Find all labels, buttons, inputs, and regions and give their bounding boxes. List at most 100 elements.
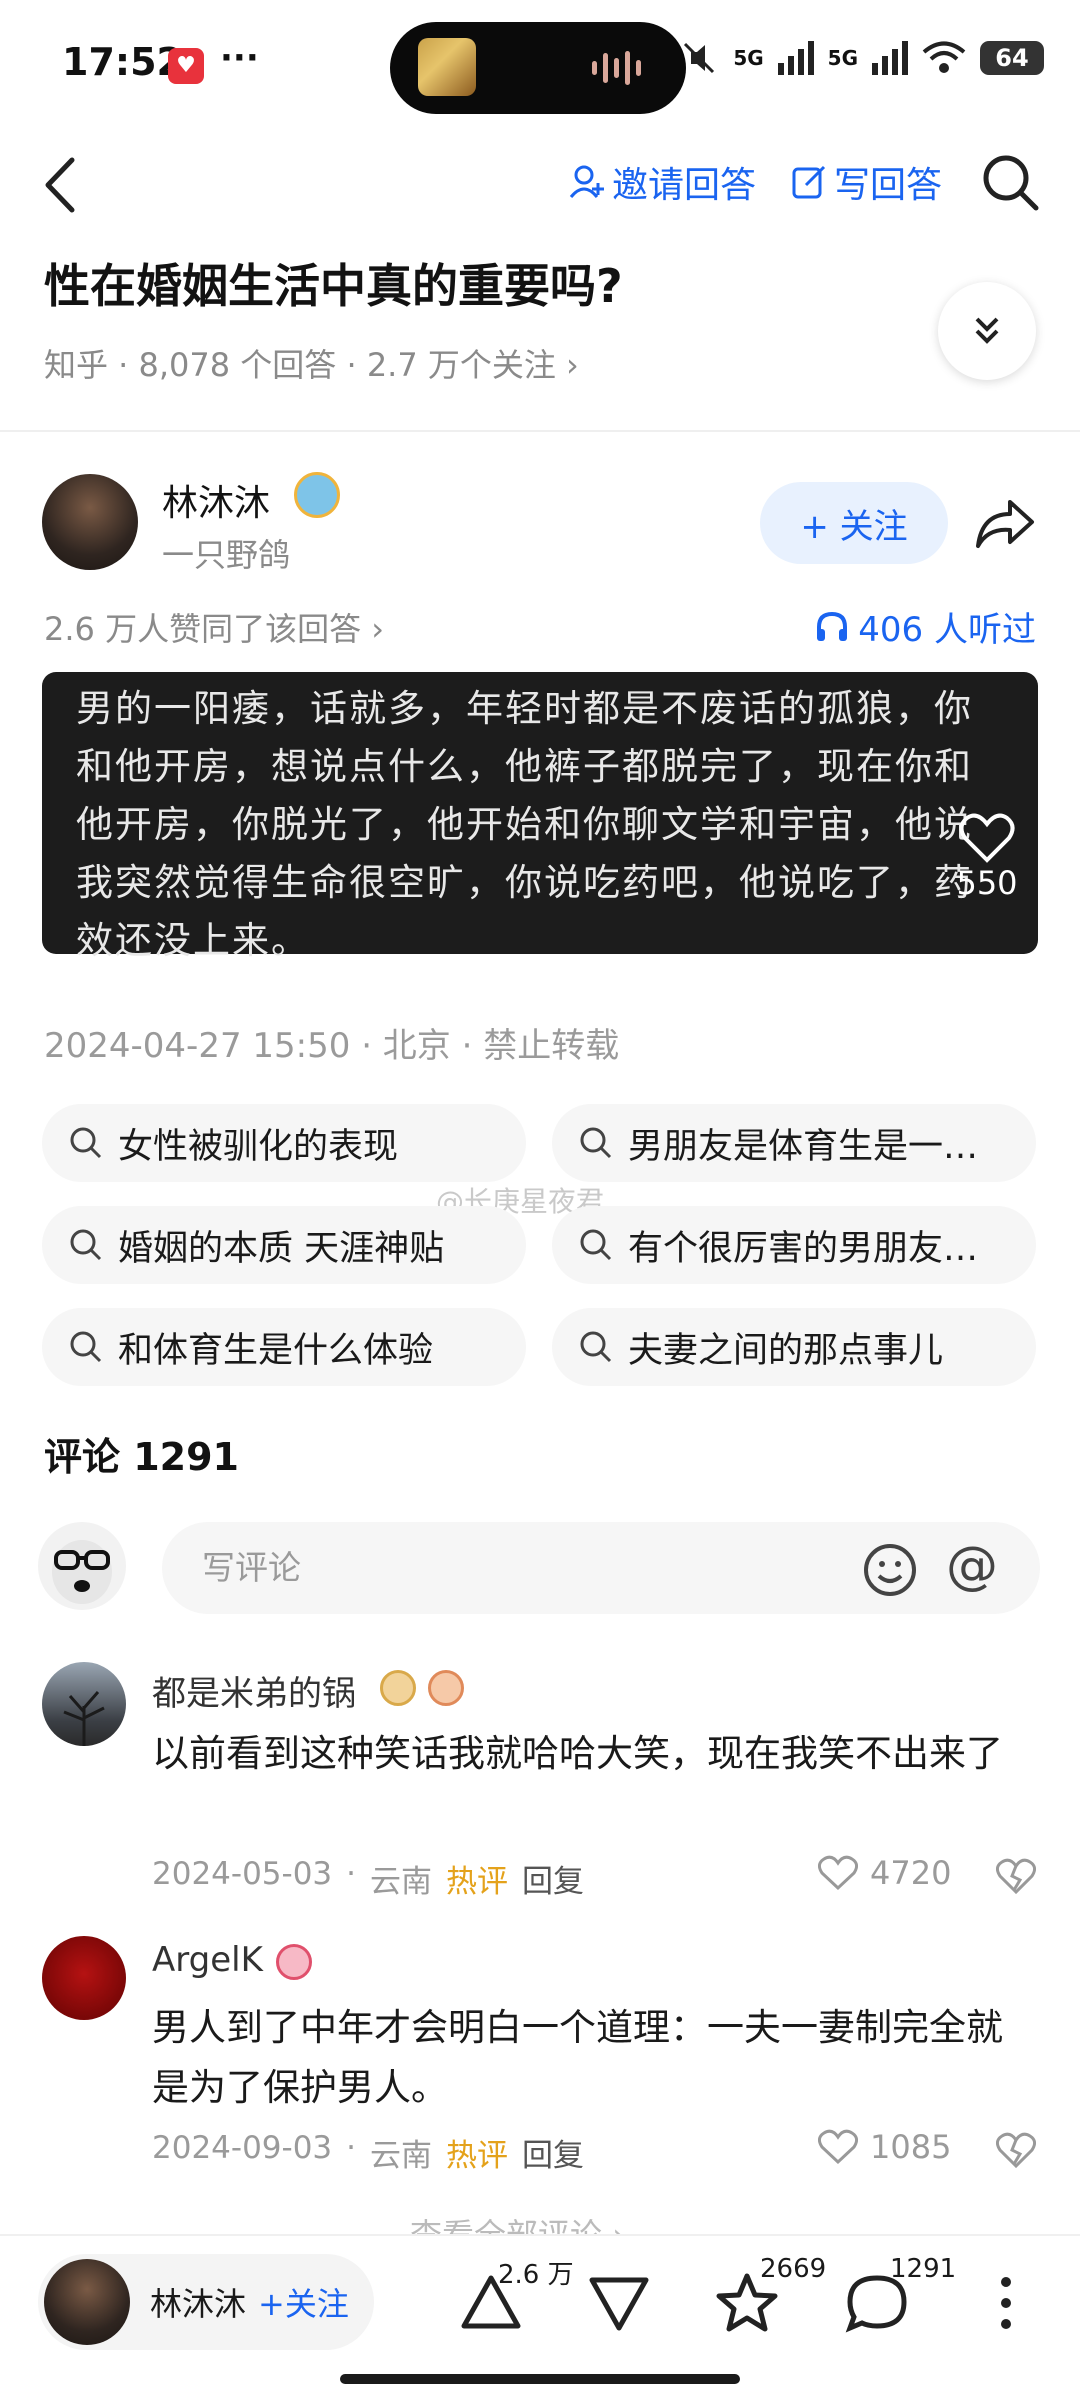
author-name[interactable]: 林沐沐 (162, 474, 270, 526)
question-title[interactable]: 性在婚姻生活中真的重要吗? (44, 250, 623, 316)
divider (0, 430, 1080, 432)
double-chevron-down-icon (975, 317, 999, 344)
more-notifications-icon: ··· (220, 38, 259, 78)
signal-5g-label: 5G (733, 46, 764, 70)
comment-text: 男人到了中年才会明白一个道理：一夫一妻制完全就是为了保护男人。 (152, 2006, 1003, 2109)
comment-count: 1291 (890, 2254, 957, 2284)
answer-text: 男的一阳痿，话就多，年轻时都是不废话的孤狼，你和他开房，想说点什么，他裤子都脱完… (76, 687, 973, 962)
invite-answer-label: 邀请回答 (612, 165, 757, 206)
related-chip[interactable]: 男朋友是体育生是一… (552, 1104, 1036, 1182)
comments-title: 评论 1291 (44, 1435, 239, 1479)
media-thumbnail (418, 38, 476, 96)
commenter-avatar[interactable] (42, 1662, 126, 1746)
favorite-count: 2669 (760, 2254, 827, 2284)
comment-text: 以前看到这种笑话我就哈哈大笑，现在我笑不出来了 (152, 1732, 1003, 1775)
wifi-icon (922, 41, 966, 73)
more-vertical-icon[interactable] (976, 2268, 1036, 2338)
question-meta[interactable]: 知乎 · 8,078 个回答 · 2.7 万个关注 › (44, 340, 579, 386)
comment-meta: 2024-09-03 · 云南 热评 回复 (152, 2130, 584, 2175)
comment-like-count: 1085 (870, 2128, 952, 2166)
hot-comment-tag: 热评 (446, 2138, 509, 2174)
search-icon (580, 1229, 612, 1261)
headphones-icon (817, 611, 848, 641)
comment-like-count: 4720 (870, 1854, 952, 1892)
thumbs-up-badge-icon (276, 1944, 312, 1980)
heart-outline-icon (959, 813, 1015, 863)
search-icon (580, 1331, 612, 1363)
emoji-icon[interactable] (862, 1542, 918, 1598)
comment-date: 2024-05-03 (152, 1856, 333, 1892)
comment-location: 云南 (370, 2138, 433, 2174)
reply-button[interactable]: 回复 (522, 2130, 584, 2175)
signal-5g-label-2: 5G (827, 46, 858, 70)
broken-heart-icon[interactable] (996, 1856, 1036, 1896)
comment-like-button[interactable]: 4720 (818, 1854, 951, 1892)
signal-bars-icon-2 (872, 41, 908, 75)
comment-sep: · (346, 2130, 357, 2166)
app-notification-icon: ♥ (168, 48, 204, 84)
home-indicator[interactable] (340, 2374, 740, 2384)
write-answer-label: 写回答 (834, 165, 943, 206)
back-arrow-icon[interactable] (34, 150, 94, 220)
share-icon[interactable] (974, 496, 1036, 552)
search-icon[interactable] (978, 150, 1042, 214)
level-badge-icon (428, 1670, 464, 1706)
battery-indicator: 64 (980, 41, 1044, 75)
mute-icon (684, 42, 715, 74)
related-chip-label: 和体育生是什么体验 (118, 1330, 434, 1371)
top-nav: 邀请回答 写回答 (0, 140, 1080, 240)
dog-avatar-icon (52, 1540, 112, 1604)
answer-meta: 2024-04-27 15:50 · 北京 · 禁止转载 (44, 1026, 620, 1066)
listened-count[interactable]: 406 人听过 (814, 602, 1036, 651)
hot-comment-tag: 热评 (446, 1864, 509, 1900)
answer-heart[interactable]: 550 (932, 812, 1042, 902)
search-icon (70, 1331, 102, 1363)
follow-button[interactable]: + 关注 (760, 482, 948, 564)
comment-date: 2024-09-03 (152, 2130, 333, 2166)
related-chip[interactable]: 夫妻之间的那点事儿 (552, 1308, 1036, 1386)
comment-like-button[interactable]: 1085 (818, 2128, 951, 2166)
author-subtitle: 一只野鸽 (162, 536, 291, 574)
system-icons: 5G 5G 64 (679, 38, 1044, 78)
bottom-author-name: 林沐沐 (150, 2285, 247, 2323)
comment-sep: · (346, 1856, 357, 1892)
answer-image-box[interactable]: 男的一阳痿，话就多，年轻时都是不废话的孤狼，你和他开房，想说点什么，他裤子都脱完… (42, 672, 1038, 962)
related-chip[interactable]: 婚姻的本质 天涯神贴 (42, 1206, 526, 1284)
tree-silhouette-icon (63, 1691, 105, 1746)
person-add-icon (569, 165, 604, 198)
audio-wave-icon (592, 50, 652, 86)
expand-button[interactable] (938, 282, 1036, 380)
commenter-name[interactable]: ArgelK (152, 1940, 263, 1980)
author-badge-icon (294, 472, 340, 518)
invite-answer-button[interactable]: 邀请回答 (568, 156, 756, 208)
dynamic-island[interactable] (390, 22, 686, 114)
search-icon (70, 1229, 102, 1261)
commenter-name[interactable]: 都是米弟的锅 (152, 1666, 356, 1715)
author-avatar[interactable] (42, 474, 138, 570)
related-chip[interactable]: 有个很厉害的男朋友… (552, 1206, 1036, 1284)
bottom-author-pill[interactable]: 林沐沐 +关注 (38, 2254, 374, 2350)
commenter-avatar[interactable] (42, 1936, 126, 2020)
status-bar: 17:52 ♥ ··· 5G 5G 64 (0, 0, 1080, 130)
my-avatar (38, 1522, 126, 1610)
related-chip-label: 夫妻之间的那点事儿 (628, 1330, 944, 1371)
at-mention-icon[interactable]: @ (946, 1536, 998, 1596)
related-chip[interactable]: 和体育生是什么体验 (42, 1308, 526, 1386)
comment-location: 云南 (370, 1864, 433, 1900)
write-answer-button[interactable]: 写回答 (790, 156, 942, 208)
bottom-action-bar: 林沐沐 +关注 2.6 万 2669 1291 (0, 2234, 1080, 2400)
comment-meta: 2024-05-03 · 云南 热评 回复 (152, 1856, 584, 1901)
related-chip-label: 婚姻的本质 天涯神贴 (118, 1228, 445, 1269)
heart-count: 550 (956, 864, 1018, 902)
likes-line[interactable]: 2.6 万人赞同了该回答 › (44, 604, 384, 650)
search-icon (580, 1127, 612, 1159)
downvote-icon[interactable] (584, 2268, 654, 2338)
signal-bars-icon (777, 41, 814, 75)
heart-outline-icon (818, 1855, 858, 1891)
broken-heart-icon[interactable] (996, 2130, 1036, 2170)
search-icon (70, 1127, 102, 1159)
bottom-follow-button[interactable]: +关注 (258, 2279, 349, 2325)
related-chip[interactable]: 女性被驯化的表现 (42, 1104, 526, 1182)
heart-outline-icon (818, 2129, 858, 2165)
reply-button[interactable]: 回复 (522, 1856, 584, 1901)
